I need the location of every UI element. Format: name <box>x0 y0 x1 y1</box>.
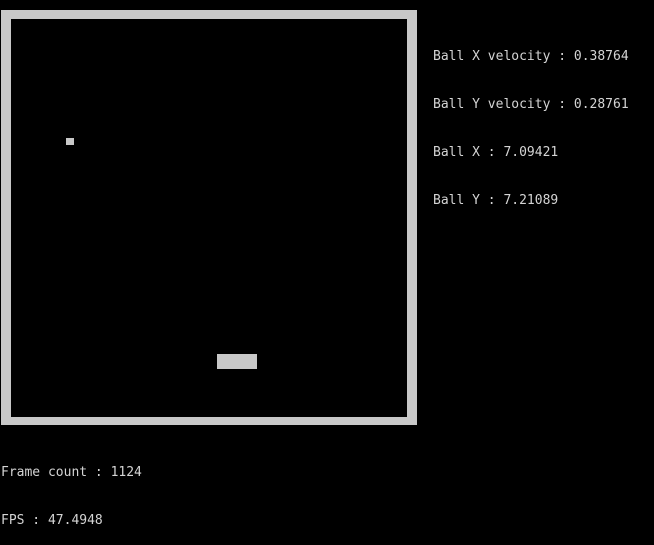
fps-readout: FPS : 47.4948 <box>1 513 103 528</box>
frame-count-readout: Frame count : 1124 <box>1 465 142 480</box>
footer-stats: Frame count : 1124 FPS : 47.4948 <box>1 433 142 545</box>
ball-y-readout: Ball Y : 7.21089 <box>433 193 559 208</box>
ball-x-readout: Ball X : 7.09421 <box>433 145 559 160</box>
ball <box>66 138 74 145</box>
ball-x-velocity-readout: Ball X velocity : 0.38764 <box>433 49 629 64</box>
game-arena-wall <box>1 10 417 425</box>
debug-stats-panel: Ball X velocity : 0.38764 Ball Y velocit… <box>433 17 629 225</box>
ball-y-velocity-readout: Ball Y velocity : 0.28761 <box>433 97 629 112</box>
game-arena <box>11 19 407 417</box>
paddle <box>217 354 257 369</box>
